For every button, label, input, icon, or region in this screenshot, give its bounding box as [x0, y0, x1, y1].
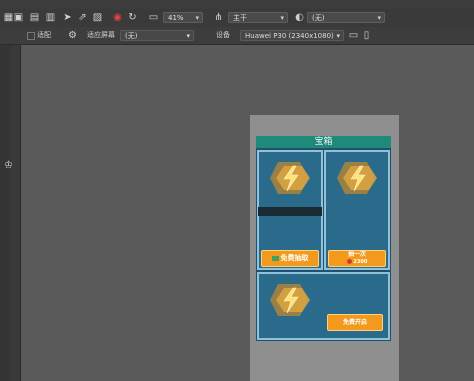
chest-title: 宝箱: [256, 136, 391, 148]
device-select[interactable]: Huawei P30 (2340x1080) ▾: [240, 30, 344, 41]
share-node-icon[interactable]: ⋔: [213, 12, 224, 23]
publish-icon[interactable]: ➤: [62, 12, 73, 23]
free-open-label: 免费开启: [342, 319, 367, 326]
gem-icon: [346, 259, 352, 264]
record-icon[interactable]: ◉: [112, 12, 123, 23]
scene-canvas[interactable]: [21, 45, 474, 381]
zoom-select[interactable]: 41% ▾: [163, 12, 203, 23]
main-toolbar: ▦ ▣ ▤ ▥ ➤ ⇗ ▧ ◉ ↻ ▭ 41% ▾ ⋔ 主干 ▾ ◐ (无) ▾: [0, 9, 474, 28]
free-draw-button[interactable]: 免费抽取: [261, 250, 319, 267]
device-value: Huawei P30 (2340x1080): [245, 32, 334, 40]
save-all-icon[interactable]: ▥: [45, 12, 56, 23]
chevron-down-icon: ▾: [280, 14, 284, 22]
preview-icon[interactable]: ▭: [148, 12, 159, 23]
language-value: (无): [312, 14, 325, 22]
branch-select[interactable]: 主干 ▾: [228, 12, 288, 23]
hierarchy-icon[interactable]: ♔: [3, 160, 14, 171]
screen-label: 适应屏幕: [87, 31, 115, 39]
zoom-value: 41%: [168, 14, 184, 22]
free-draw-label: 免费抽取: [280, 254, 309, 262]
open-file-icon[interactable]: ▣: [13, 12, 24, 23]
buy-one-button[interactable]: 抽一次 2300: [328, 250, 386, 267]
adapt-checkbox[interactable]: [27, 32, 35, 40]
energy-chest-icon: [270, 162, 310, 194]
chevron-down-icon: ▾: [195, 14, 199, 22]
export-icon[interactable]: ⇗: [77, 12, 88, 23]
branch-value: 主干: [233, 14, 247, 22]
chevron-down-icon: ▾: [336, 32, 340, 40]
portrait-icon[interactable]: ▯: [361, 30, 372, 41]
energy-chest-icon: [270, 284, 310, 316]
screen-select[interactable]: (无) ▾: [120, 30, 194, 41]
ticket-icon: [271, 255, 279, 261]
refresh-icon[interactable]: ↻: [127, 12, 138, 23]
gear-icon[interactable]: ⚙: [67, 30, 78, 41]
language-icon[interactable]: ◐: [294, 12, 305, 23]
device-toolbar: 适配 ⚙ 适应屏幕 (无) ▾ 设备 Huawei P30 (2340x1080…: [0, 27, 474, 45]
screen-value: (无): [125, 32, 138, 40]
save-icon[interactable]: ▤: [29, 12, 40, 23]
adapt-label: 适配: [37, 31, 51, 39]
device-label: 设备: [216, 31, 230, 39]
chevron-down-icon: ▾: [186, 32, 190, 40]
energy-chest-icon: [337, 162, 377, 194]
language-select[interactable]: (无) ▾: [307, 12, 385, 23]
progress-bar: [258, 207, 322, 216]
settings-doc-icon[interactable]: ▧: [92, 12, 103, 23]
menu-bar: 帮助: [0, 0, 474, 17]
landscape-icon[interactable]: ▭: [348, 30, 359, 41]
buy-one-price: 2300: [353, 259, 368, 265]
chevron-down-icon: ▾: [377, 14, 381, 22]
buy-one-label: 抽一次: [347, 251, 366, 258]
left-panel-strip: [0, 45, 11, 381]
free-open-button[interactable]: 免费开启: [327, 314, 383, 331]
